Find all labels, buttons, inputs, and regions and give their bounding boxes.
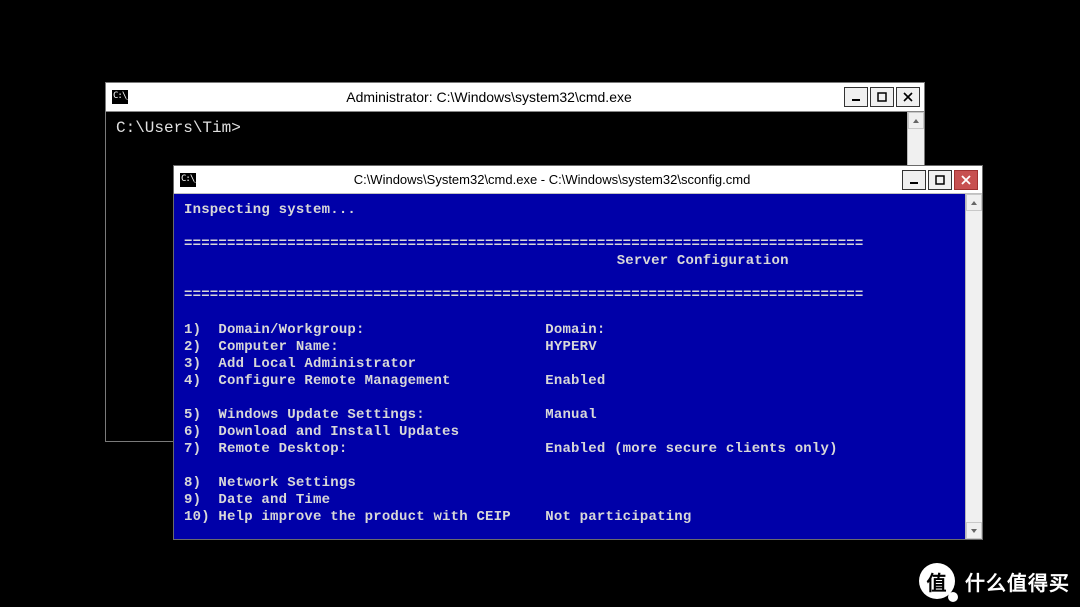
scroll-up-button[interactable] [966,194,982,211]
cmd-window-sconfig[interactable]: C:\Windows\System32\cmd.exe - C:\Windows… [173,165,983,540]
cmd-icon [112,90,128,104]
watermark-text: 什么值得买 [965,567,1070,596]
scroll-down-button[interactable] [966,522,982,539]
terminal-output[interactable]: Inspecting system... ===================… [174,194,982,539]
titlebar[interactable]: C:\Windows\System32\cmd.exe - C:\Windows… [174,166,982,194]
inspecting-line: Inspecting system... [184,202,356,218]
window-control-buttons [902,170,978,190]
minimize-button[interactable] [902,170,926,190]
watermark: 值 什么值得买 [919,563,1070,599]
minimize-button[interactable] [844,87,868,107]
scroll-track[interactable] [966,211,982,522]
window-control-buttons [844,87,920,107]
scroll-up-button[interactable] [908,112,924,129]
close-button[interactable] [954,170,978,190]
menu-options[interactable]: 1) Domain/Workgroup: Domain: 2) Computer… [184,322,838,539]
menu-header: Server Configuration [184,253,972,270]
maximize-button[interactable] [870,87,894,107]
titlebar[interactable]: Administrator: C:\Windows\system32\cmd.e… [106,83,924,111]
window-title: Administrator: C:\Windows\system32\cmd.e… [134,89,844,105]
close-button[interactable] [896,87,920,107]
watermark-badge-icon: 值 [919,563,955,599]
maximize-button[interactable] [928,170,952,190]
window-title: C:\Windows\System32\cmd.exe - C:\Windows… [202,172,902,187]
rule-line: ========================================… [184,236,864,252]
prompt-line: C:\Users\Tim> [116,119,241,137]
cmd-icon [180,173,196,187]
scrollbar[interactable] [965,194,982,539]
rule-line: ========================================… [184,287,864,303]
